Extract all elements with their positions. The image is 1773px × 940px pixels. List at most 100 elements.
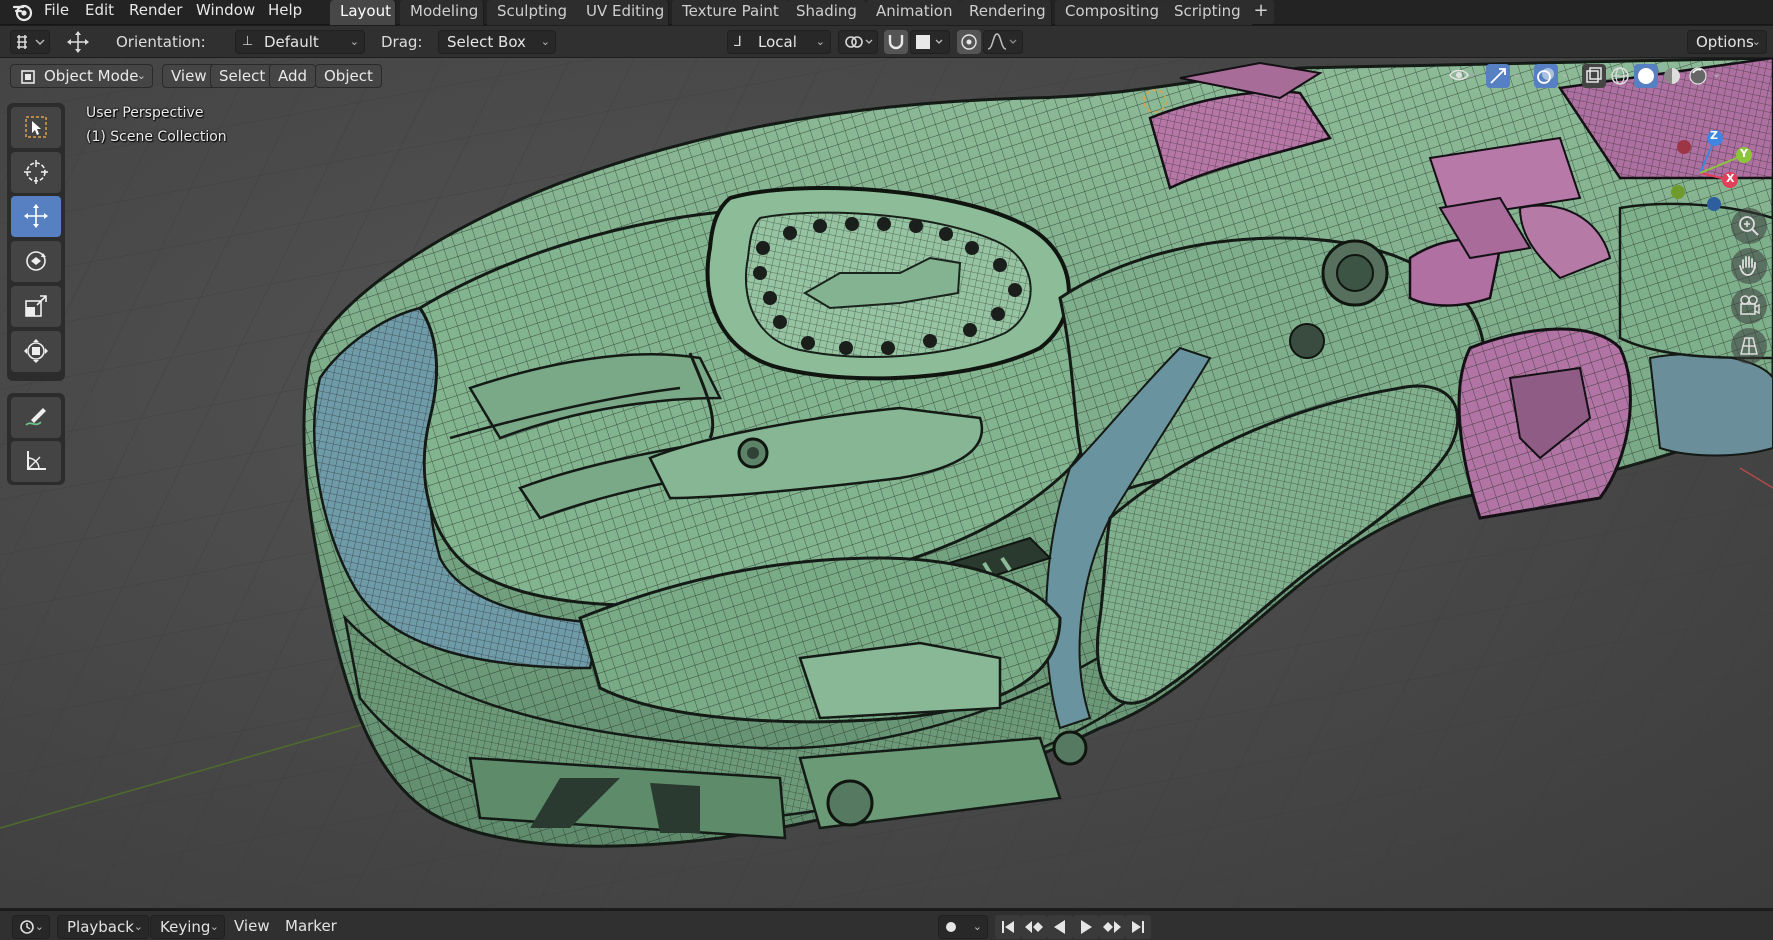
ortho-toggle-button[interactable] [1731, 328, 1767, 364]
auto-keying-toggle[interactable]: ⌄ [938, 915, 988, 939]
proportional-edit-toggle[interactable] [957, 30, 981, 54]
gizmo-y-label[interactable]: Y [1740, 147, 1748, 160]
jump-to-start-button[interactable] [995, 915, 1021, 939]
xray-icon [1586, 67, 1602, 83]
tab-compositing[interactable]: Compositing [1055, 0, 1168, 25]
tool-measure[interactable] [11, 441, 61, 482]
object-mode-dropdown[interactable]: Object Mode ⌄ [10, 64, 153, 88]
tab-sculpting[interactable]: Sculpting [487, 0, 583, 25]
add-workspace-button[interactable]: + [1248, 0, 1274, 24]
timeline-menu-view[interactable]: View [234, 916, 270, 938]
overlays-icon [1537, 68, 1554, 84]
annotate-icon [25, 408, 46, 426]
snap-toggle[interactable] [884, 30, 908, 54]
gizmo-z-label[interactable]: Z [1710, 129, 1718, 142]
snap-target-button[interactable] [910, 30, 950, 54]
chevron-down-icon: ⌄ [540, 35, 550, 48]
transform-icon [24, 339, 48, 363]
orientation-axis-icon: ⊥ [242, 34, 254, 49]
zoom-button[interactable] [1731, 208, 1767, 244]
tool-select-box[interactable] [11, 107, 61, 148]
menu-file[interactable]: File [44, 0, 69, 25]
tool-cursor[interactable] [11, 152, 61, 193]
tab-shading[interactable]: Shading [786, 0, 867, 25]
gizmo-x-label[interactable]: X [1726, 172, 1734, 185]
pan-button[interactable] [1731, 248, 1767, 284]
playback-dropdown[interactable]: Playback ⌄ [57, 915, 149, 939]
tool-header: Orientation: ⊥ Default ⌄ Drag: Select Bo… [0, 26, 1773, 58]
play-reverse-icon [1054, 920, 1065, 934]
viewport-menu-select[interactable]: Select [210, 64, 275, 88]
wireframe-shading-button[interactable] [1608, 64, 1632, 88]
3d-viewport[interactable]: Z X Y Object Mode ⌄ View Select Add Obje… [0, 58, 1773, 908]
blender-logo-icon[interactable] [12, 1, 34, 23]
tool-annotate[interactable] [11, 397, 61, 438]
tool-transform[interactable] [11, 331, 61, 372]
timeline-menu-marker[interactable]: Marker [285, 916, 337, 938]
gizmo-toggle[interactable] [1486, 64, 1510, 88]
camera-view-button[interactable] [1731, 288, 1767, 324]
play-button[interactable] [1073, 915, 1099, 939]
object-mode-icon [21, 70, 35, 84]
prev-keyframe-button[interactable] [1021, 915, 1047, 939]
pivot-value: Local [758, 33, 797, 51]
timeline-editor-type[interactable]: ⌄ [12, 915, 50, 939]
menu-window[interactable]: Window [196, 0, 255, 25]
tab-texture-paint[interactable]: Texture Paint [672, 0, 789, 25]
tool-rotate[interactable] [11, 241, 61, 282]
falloff-dropdown[interactable] [983, 30, 1023, 54]
chevron-down-icon: ⌄ [209, 920, 219, 933]
pivot-point-button[interactable] [838, 30, 878, 54]
menu-help[interactable]: Help [268, 0, 302, 25]
menu-edit[interactable]: Edit [85, 0, 114, 25]
link-icon [845, 36, 873, 48]
overlays-toggle[interactable] [1534, 64, 1558, 88]
tool-move[interactable] [11, 196, 61, 237]
proportional-edit-icon [961, 34, 977, 50]
chevron-down-icon: ⌄ [34, 920, 44, 933]
viewport-menu-add[interactable]: Add [269, 64, 317, 88]
hand-icon [1739, 256, 1756, 276]
next-keyframe-button[interactable] [1099, 915, 1125, 939]
collection-label: (1) Scene Collection [86, 129, 227, 145]
tab-layout[interactable]: Layout [330, 0, 396, 25]
tool-scale[interactable] [11, 286, 61, 327]
chevron-down-icon[interactable]: ⌄ [1512, 67, 1521, 80]
solid-shading-button[interactable] [1634, 64, 1658, 88]
tab-modeling[interactable]: Modeling [400, 0, 484, 25]
tab-animation[interactable]: Animation [866, 0, 962, 25]
xray-toggle[interactable] [1582, 64, 1606, 88]
menu-render[interactable]: Render [129, 0, 182, 25]
chevron-down-icon[interactable]: ⌄ [1560, 67, 1569, 80]
viewport-menu-object[interactable]: Object [315, 64, 382, 88]
chevron-down-icon: ⌄ [349, 35, 359, 48]
play-reverse-button[interactable] [1047, 915, 1073, 939]
scene-canvas[interactable] [0, 58, 1773, 908]
select-box-icon [25, 116, 47, 138]
rendered-shading-button[interactable] [1686, 64, 1710, 88]
chevron-down-icon[interactable]: ⌄ [1712, 67, 1721, 80]
orientation-dropdown[interactable]: ⊥ Default ⌄ [235, 30, 365, 54]
tab-uv-editing[interactable]: UV Editing [576, 0, 669, 25]
perspective-label: User Perspective [86, 105, 204, 121]
chevron-down-icon: ⌄ [136, 69, 146, 82]
move-gizmo-icon[interactable] [64, 30, 92, 54]
jump-to-end-button[interactable] [1125, 915, 1151, 939]
material-shading-button[interactable] [1660, 64, 1684, 88]
editor-type-button[interactable] [10, 30, 50, 54]
eye-visibility-icon[interactable] [1448, 65, 1476, 85]
tab-scripting[interactable]: Scripting [1164, 0, 1253, 25]
cursor-icon [24, 160, 48, 184]
viewport-menu-view[interactable]: View [162, 64, 216, 88]
play-icon [1081, 920, 1092, 934]
transform-grid-icon [17, 35, 45, 49]
tab-rendering[interactable]: Rendering [959, 0, 1052, 25]
drag-label: Drag: [381, 33, 423, 51]
chevron-down-icon: ⌄ [133, 920, 143, 933]
playback-label: Playback [67, 918, 134, 936]
timeline-header: ⌄ Playback ⌄ Keying ⌄ View Marker ⌄ [0, 910, 1773, 940]
options-dropdown[interactable]: Options ⌄ [1687, 30, 1767, 54]
keying-dropdown[interactable]: Keying ⌄ [150, 915, 225, 939]
drag-dropdown[interactable]: Select Box ⌄ [438, 30, 556, 54]
pivot-orientation-dropdown[interactable]: ⅃ Local ⌄ [727, 30, 831, 54]
